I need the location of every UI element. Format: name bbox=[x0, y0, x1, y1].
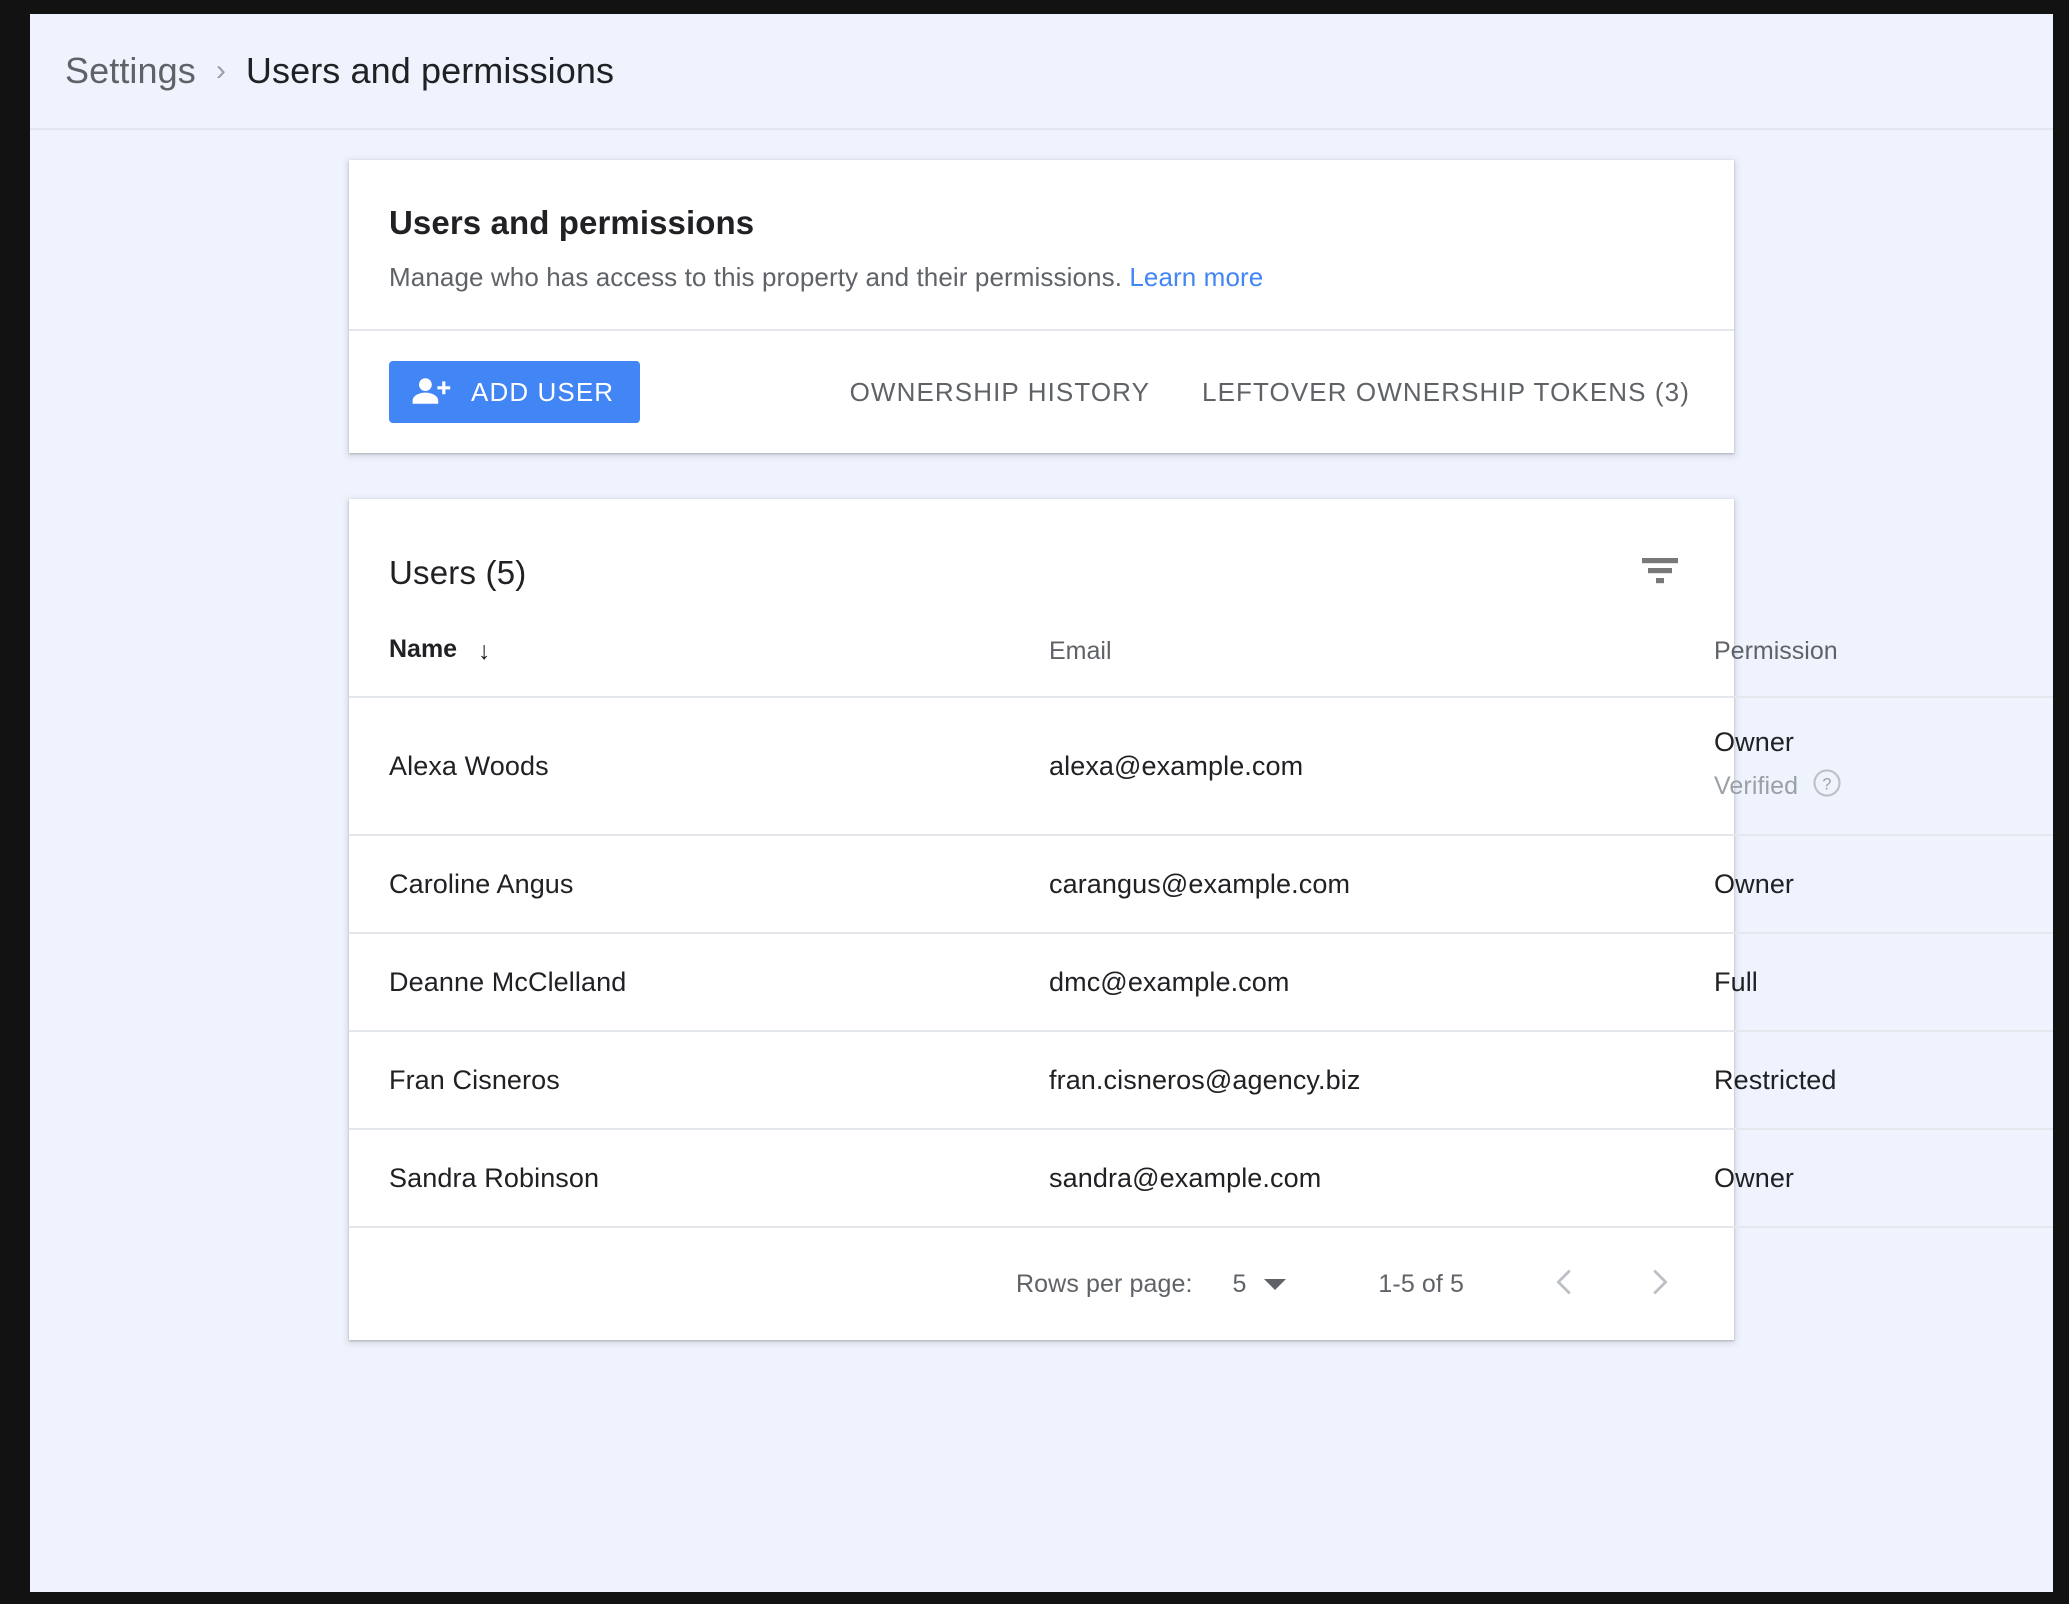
page-description: Manage who has access to this property a… bbox=[389, 262, 1694, 293]
users-table-head: Name ↓ Email Permission bbox=[349, 635, 2053, 698]
column-header-name[interactable]: Name ↓ bbox=[349, 635, 1049, 698]
pagination-range: 1-5 of 5 bbox=[1378, 1269, 1464, 1298]
cell-user-permission: Owner Verified ? bbox=[1714, 697, 2053, 836]
users-table-card: Users (5) Name ↓ Email Permission Alexa … bbox=[349, 499, 2053, 1340]
cell-user-email: alexa@example.com bbox=[1049, 697, 1714, 836]
rows-per-page-select[interactable]: 5 bbox=[1233, 1270, 1287, 1299]
verification-status-label: Verified bbox=[1714, 772, 1799, 801]
cell-user-name: Alexa Woods bbox=[349, 697, 1049, 836]
leftover-ownership-tokens-link[interactable]: LEFTOVER OWNERSHIP TOKENS (3) bbox=[1202, 377, 1690, 408]
column-header-name-label: Name bbox=[389, 635, 458, 663]
person-add-icon bbox=[411, 375, 451, 410]
cell-user-name: Deanne McClelland bbox=[349, 933, 1049, 1032]
intro-card-links: OWNERSHIP HISTORY LEFTOVER OWNERSHIP TOK… bbox=[850, 377, 1694, 408]
page-content: Users and permissions Manage who has acc… bbox=[30, 130, 2053, 1340]
page-description-text: Manage who has access to this property a… bbox=[389, 262, 1123, 292]
ownership-history-link[interactable]: OWNERSHIP HISTORY bbox=[850, 377, 1150, 408]
cell-user-name: Caroline Angus bbox=[349, 835, 1049, 934]
page-title: Users and permissions bbox=[389, 204, 755, 241]
chevron-right-icon: › bbox=[215, 54, 226, 87]
column-header-permission[interactable]: Permission bbox=[1714, 635, 2053, 698]
breadcrumb: Settings › Users and permissions bbox=[30, 14, 2053, 130]
svg-text:?: ? bbox=[1823, 775, 1832, 793]
table-header-row: Name ↓ Email Permission bbox=[349, 635, 2053, 698]
users-count-title: Users (5) bbox=[389, 554, 527, 591]
add-user-label: ADD USER bbox=[471, 376, 615, 407]
chevron-down-icon bbox=[1264, 1278, 1287, 1290]
cell-user-permission: Owner bbox=[1714, 835, 2053, 934]
cell-user-permission: Full bbox=[1714, 933, 2053, 1032]
add-user-button[interactable]: ADD USER bbox=[389, 361, 641, 423]
learn-more-link[interactable]: Learn more bbox=[1129, 262, 1263, 292]
column-header-email[interactable]: Email bbox=[1049, 635, 1714, 698]
help-icon[interactable]: ? bbox=[1812, 768, 1842, 805]
app-viewport: Settings › Users and permissions Users a… bbox=[30, 14, 2053, 1592]
breadcrumb-parent-settings[interactable]: Settings bbox=[65, 50, 196, 92]
intro-card-action-bar: ADD USER OWNERSHIP HISTORY LEFTOVER OWNE… bbox=[349, 331, 1734, 453]
chevron-left-icon bbox=[1547, 1265, 1581, 1304]
cell-user-email: carangus@example.com bbox=[1049, 835, 1714, 934]
screenshot-frame: Settings › Users and permissions Users a… bbox=[0, 0, 2069, 1604]
permission-value: Owner bbox=[1714, 726, 1795, 757]
table-row[interactable]: Alexa Woods alexa@example.com Owner Veri… bbox=[349, 697, 2053, 836]
chevron-right-icon bbox=[1643, 1265, 1677, 1304]
rows-per-page-value: 5 bbox=[1232, 1269, 1247, 1298]
cell-user-email: dmc@example.com bbox=[1049, 933, 1714, 1032]
cell-user-name: Fran Cisneros bbox=[349, 1031, 1049, 1130]
cell-user-permission: Owner bbox=[1714, 1129, 2053, 1228]
cell-user-permission: Restricted bbox=[1714, 1031, 2053, 1130]
filter-icon bbox=[1638, 556, 1682, 591]
table-row[interactable]: Sandra Robinson sandra@example.com Owner bbox=[349, 1129, 2053, 1228]
sort-descending-icon: ↓ bbox=[478, 637, 491, 665]
breadcrumb-current-page: Users and permissions bbox=[245, 50, 615, 91]
next-page-button[interactable] bbox=[1628, 1252, 1692, 1316]
rows-per-page-label: Rows per page: bbox=[1016, 1269, 1193, 1298]
users-table-body: Alexa Woods alexa@example.com Owner Veri… bbox=[349, 697, 2053, 1228]
users-permissions-intro-card: Users and permissions Manage who has acc… bbox=[349, 160, 1734, 453]
table-row[interactable]: Fran Cisneros fran.cisneros@agency.biz R… bbox=[349, 1031, 2053, 1130]
table-row[interactable]: Deanne McClelland dmc@example.com Full bbox=[349, 933, 2053, 1032]
users-card-header: Users (5) bbox=[349, 499, 1734, 635]
cell-user-email: sandra@example.com bbox=[1049, 1129, 1714, 1228]
table-pagination: Rows per page: 5 1-5 of 5 bbox=[349, 1228, 1734, 1340]
previous-page-button[interactable] bbox=[1532, 1252, 1596, 1316]
filter-button[interactable] bbox=[1632, 545, 1688, 601]
verification-status: Verified ? bbox=[1714, 768, 2053, 805]
cell-user-email: fran.cisneros@agency.biz bbox=[1049, 1031, 1714, 1130]
users-table: Name ↓ Email Permission Alexa Woods alex… bbox=[349, 635, 2053, 1228]
intro-card-header: Users and permissions Manage who has acc… bbox=[349, 160, 1734, 329]
table-row[interactable]: Caroline Angus carangus@example.com Owne… bbox=[349, 835, 2053, 934]
cell-user-name: Sandra Robinson bbox=[349, 1129, 1049, 1228]
